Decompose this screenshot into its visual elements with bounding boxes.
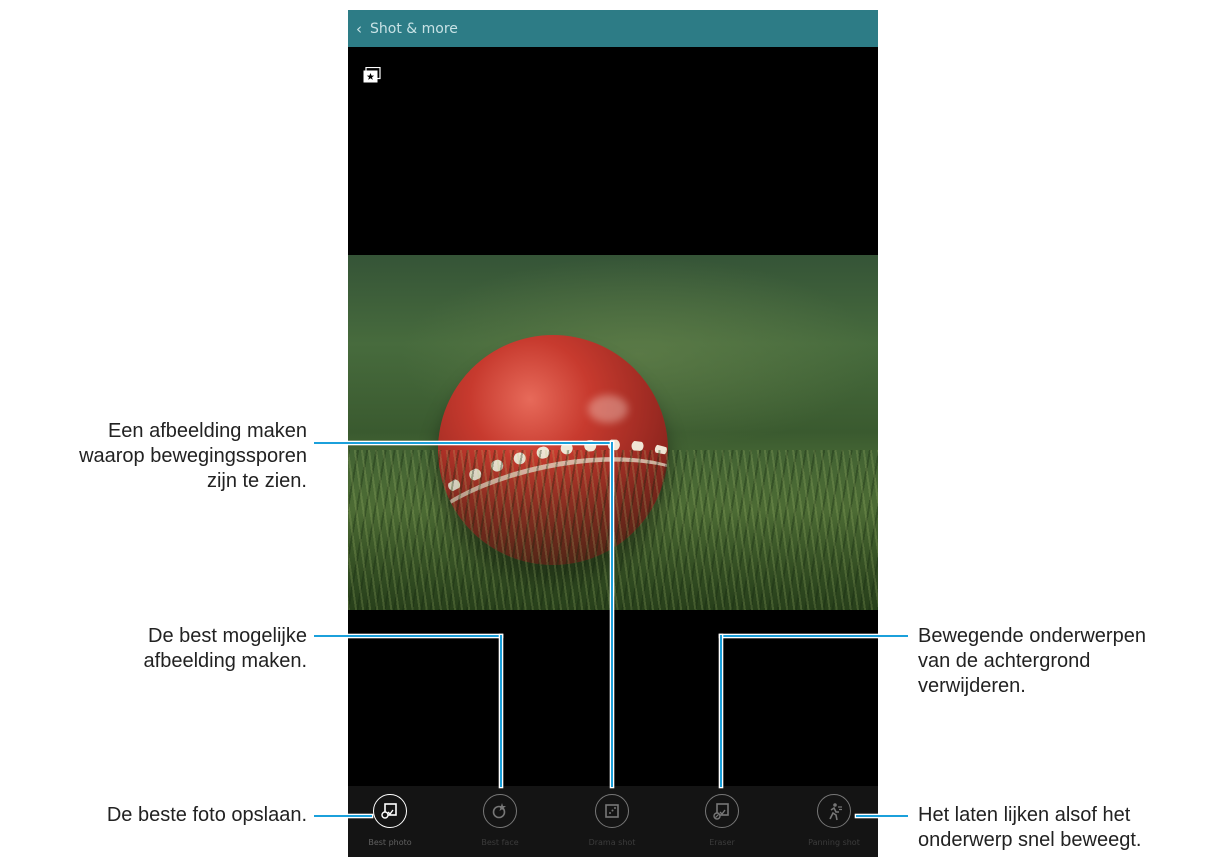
callout-best-photo: De beste foto opslaan. [106, 804, 307, 826]
callout-panning-shot: Het laten lijken alsof het onderwerp sne… [918, 804, 1142, 851]
mode-label: Best photo [368, 838, 412, 847]
leader-line [611, 442, 613, 787]
mode-label: Eraser [709, 838, 735, 847]
leader-line [856, 815, 908, 817]
mode-best-photo[interactable]: Best photo [350, 794, 430, 847]
leader-line [314, 815, 372, 817]
leader-line [720, 635, 722, 787]
mode-best-face[interactable]: Best face [460, 794, 540, 847]
callout-eraser: Bewegende onderwerpen van de achtergrond… [918, 625, 1146, 697]
leader-line [720, 635, 908, 637]
leader-line [314, 442, 613, 444]
mode-label: Panning shot [808, 838, 860, 847]
preview-photo [348, 255, 878, 610]
app-header: ‹ Shot & more [348, 10, 878, 47]
best-face-icon [483, 794, 517, 828]
leader-line [500, 635, 502, 787]
leader-line [314, 635, 502, 637]
chevron-left-icon[interactable]: ‹ [348, 20, 370, 38]
mode-label: Drama shot [588, 838, 636, 847]
mode-label: Best face [481, 838, 519, 847]
eraser-icon [705, 794, 739, 828]
phone-screen: ‹ Shot & more Best photo Best face Drama… [348, 10, 878, 857]
best-photo-icon [373, 794, 407, 828]
callout-drama-shot: Een afbeelding maken waarop bewegingsspo… [79, 420, 307, 492]
callout-best-face: De best mogelijke afbeelding maken. [143, 625, 307, 672]
grass [348, 450, 878, 610]
gallery-icon[interactable] [363, 67, 381, 83]
mode-bar: Best photo Best face Drama shot Eraser P… [348, 786, 878, 857]
mode-eraser[interactable]: Eraser [682, 794, 762, 847]
mode-drama-shot[interactable]: Drama shot [572, 794, 652, 847]
mode-panning-shot[interactable]: Panning shot [794, 794, 874, 847]
drama-shot-icon [595, 794, 629, 828]
panning-shot-icon [817, 794, 851, 828]
header-title: Shot & more [370, 20, 458, 37]
